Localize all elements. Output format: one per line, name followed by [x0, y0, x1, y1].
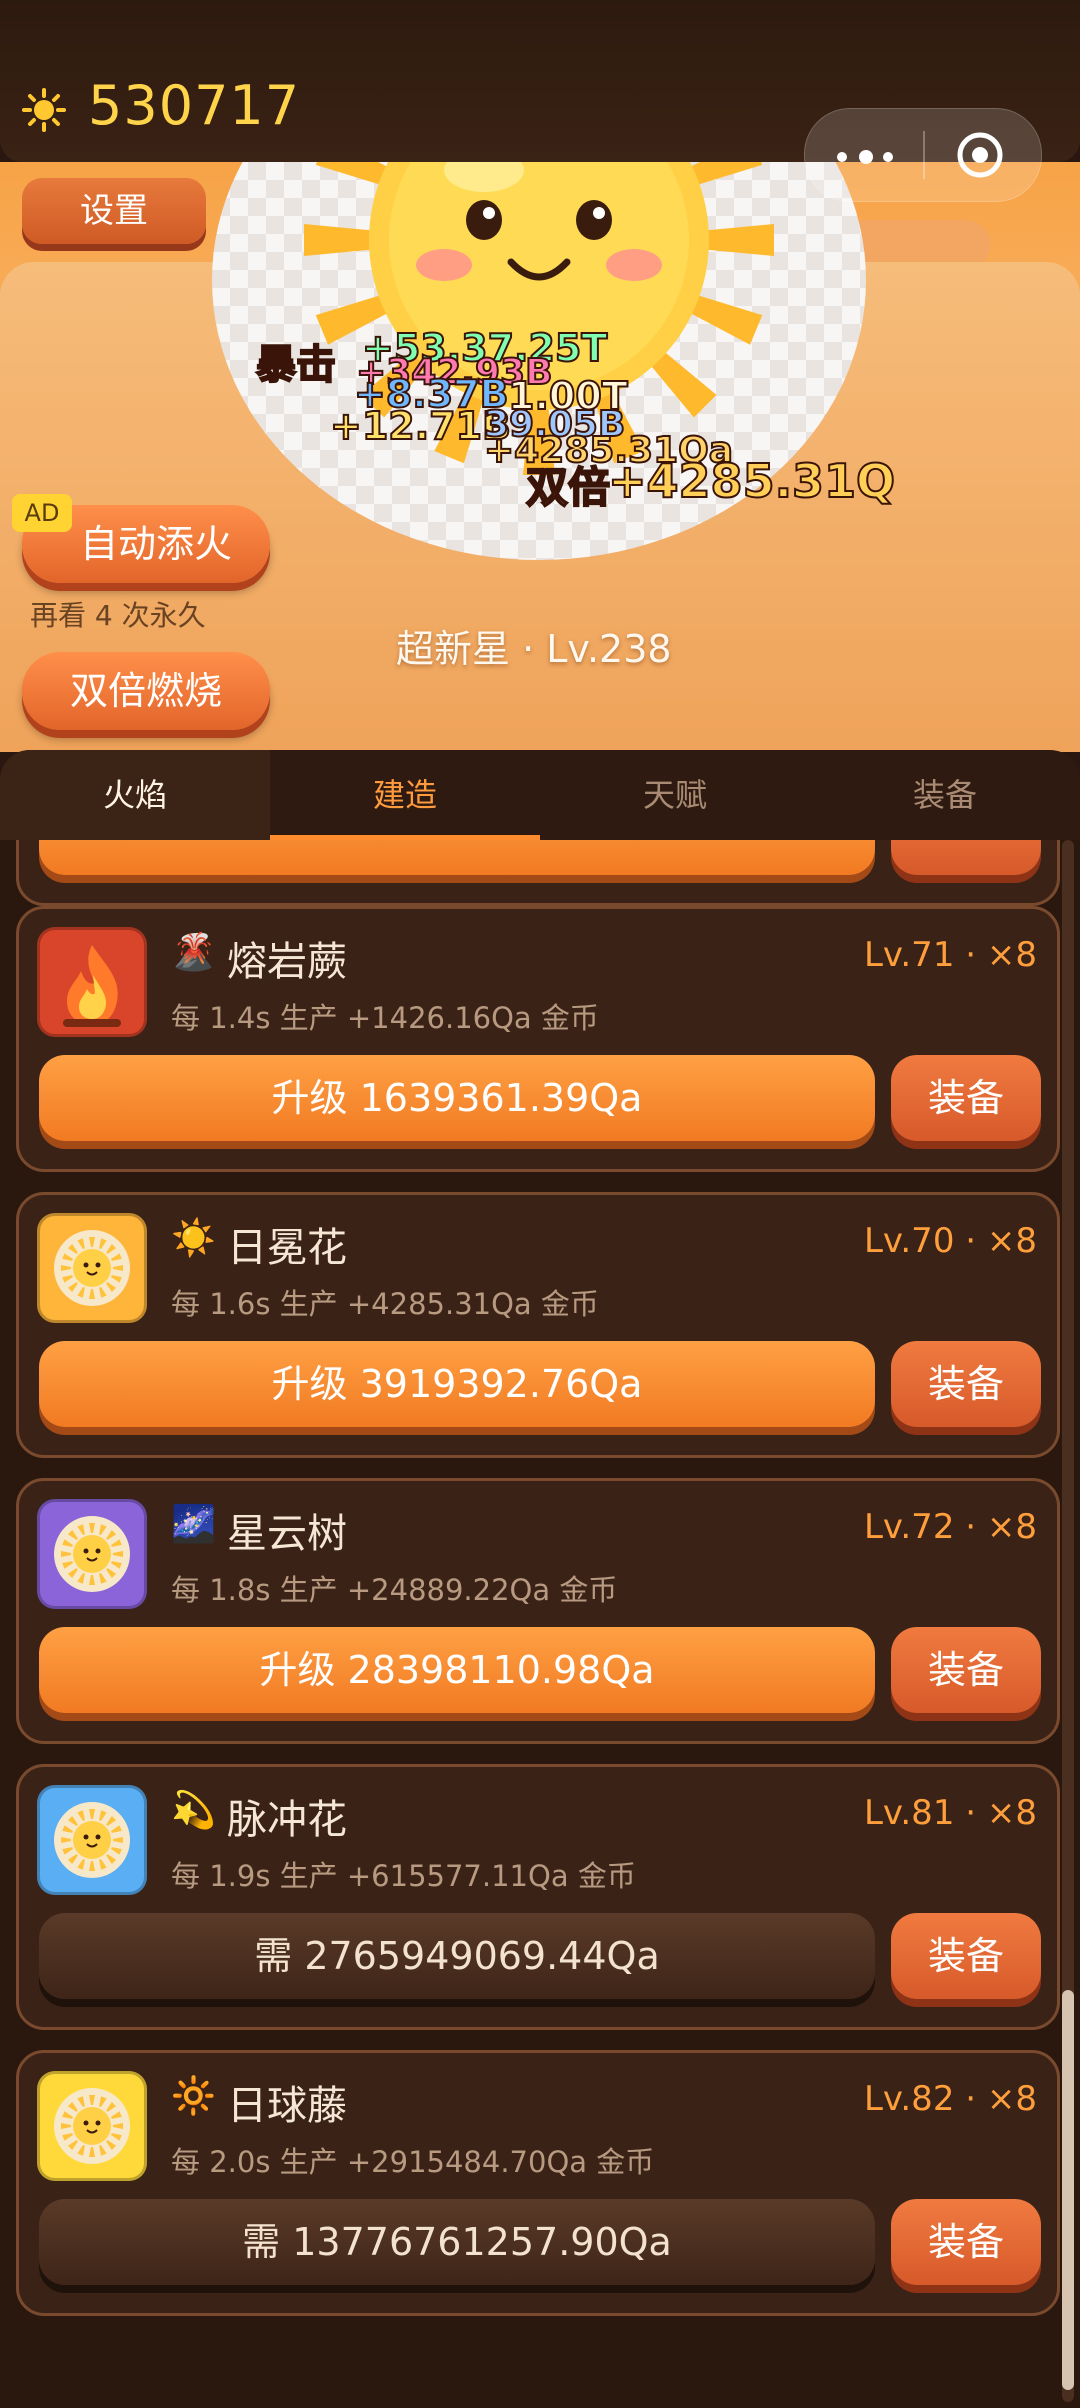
coin-balance: 530717: [88, 74, 301, 137]
equip-button[interactable]: 装备: [891, 2199, 1041, 2285]
floating-gain: +4285.31Q: [607, 453, 896, 509]
building-name: 熔岩蕨: [227, 939, 347, 985]
building-name: 日球藤: [227, 2083, 347, 2129]
sun-icon: [37, 1499, 147, 1609]
tab-flame[interactable]: 火焰: [0, 750, 270, 840]
building-card-partial: [16, 840, 1060, 906]
equip-button-partial[interactable]: [891, 840, 1041, 875]
sun-coin-icon: [22, 88, 66, 132]
upgrade-button[interactable]: 升级 3919392.76Qa: [39, 1341, 875, 1427]
building-card: 💫 脉冲花 Lv.81 · ×8 每 1.9s 生产 +615577.11Qa 金币需…: [16, 1764, 1060, 2030]
building-card: 🌋 熔岩蕨 Lv.71 · ×8 每 1.4s 生产 +1426.16Qa 金币升级 …: [16, 906, 1060, 1172]
building-level: Lv.82 · ×8: [863, 2079, 1037, 2119]
building-level: Lv.72 · ×8: [863, 1507, 1037, 1547]
double-label: 双倍: [525, 462, 611, 513]
crit-label: 暴击: [255, 341, 337, 389]
production-rate: 每 1.6s 生产 +4285.31Qa 金币: [171, 1287, 599, 1321]
building-card: 🔆 日球藤 Lv.82 · ×8 每 2.0s 生产 +2915484.70Qa 金币…: [16, 2050, 1060, 2316]
settings-button[interactable]: 设置: [22, 178, 206, 244]
ad-badge: AD: [12, 494, 72, 532]
upgrade-button[interactable]: 升级 1639361.39Qa: [39, 1055, 875, 1141]
production-rate: 每 2.0s 生产 +2915484.70Qa 金币: [171, 2145, 655, 2179]
equip-button[interactable]: 装备: [891, 1627, 1041, 1713]
building-level: Lv.81 · ×8: [863, 1793, 1037, 1833]
tab-talent[interactable]: 天赋: [540, 750, 810, 840]
building-level: Lv.71 · ×8: [863, 935, 1037, 975]
equip-button[interactable]: 装备: [891, 1055, 1041, 1141]
building-name: 星云树: [227, 1511, 347, 1557]
building-emoji-icon: ☀️: [171, 1218, 216, 1259]
building-level: Lv.70 · ×8: [863, 1221, 1037, 1261]
building-emoji-icon: 🌋: [171, 932, 216, 973]
equip-button[interactable]: 装备: [891, 1913, 1041, 1999]
sun-icon: [37, 1785, 147, 1895]
upgrade-button[interactable]: 升级 28398110.98Qa: [39, 1627, 875, 1713]
tab-equipment[interactable]: 装备: [810, 750, 1080, 840]
building-card: ☀️ 日冕花 Lv.70 · ×8 每 1.6s 生产 +4285.31Qa 金币升级…: [16, 1192, 1060, 1458]
flame-icon: [37, 927, 147, 1037]
unlock-cost-button[interactable]: 需 13776761257.90Qa: [39, 2199, 875, 2285]
building-name: 日冕花: [227, 1225, 347, 1271]
watch-ad-hint: 再看 4 次永久: [30, 599, 206, 632]
production-rate: 每 1.8s 生产 +24889.22Qa 金币: [171, 1573, 618, 1607]
production-rate: 每 1.9s 生产 +615577.11Qa 金币: [171, 1859, 636, 1893]
close-target-icon[interactable]: [955, 130, 1005, 180]
capsule-divider: [923, 131, 925, 179]
building-name: 脉冲花: [227, 1797, 347, 1843]
production-rate: 每 1.4s 生产 +1426.16Qa 金币: [171, 1001, 599, 1035]
mini-program-capsule: [804, 108, 1042, 202]
unlock-cost-button[interactable]: 需 2765949069.44Qa: [39, 1913, 875, 1999]
building-list[interactable]: 🌋 熔岩蕨 Lv.71 · ×8 每 1.4s 生产 +1426.16Qa 金币升级 …: [0, 840, 1080, 2408]
double-burn-button[interactable]: 双倍燃烧: [22, 652, 270, 730]
more-icon[interactable]: [837, 142, 907, 168]
equip-button[interactable]: 装备: [891, 1341, 1041, 1427]
building-emoji-icon: 💫: [171, 1790, 216, 1831]
building-card: 🌌 星云树 Lv.72 · ×8 每 1.8s 生产 +24889.22Qa 金币升级…: [16, 1478, 1060, 1744]
sun-icon: [37, 2071, 147, 2181]
scrollbar-thumb[interactable]: [1062, 1990, 1074, 2390]
tab-build[interactable]: 建造: [270, 750, 540, 840]
tab-bar: 火焰 建造 天赋 装备: [0, 750, 1080, 840]
building-emoji-icon: 🌌: [171, 1504, 216, 1545]
upgrade-button-partial[interactable]: [39, 840, 875, 875]
building-emoji-icon: 🔆: [171, 2076, 216, 2117]
star-level: 超新星 · Lv.238: [396, 627, 672, 671]
sun-icon: [37, 1213, 147, 1323]
